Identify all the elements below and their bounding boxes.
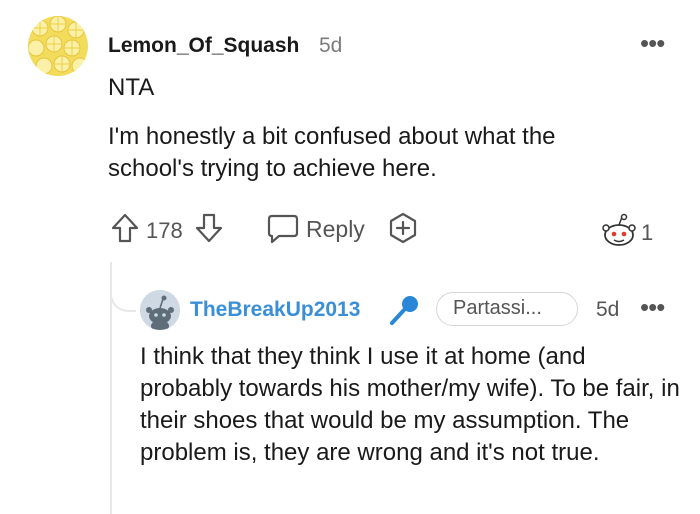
upvote-button[interactable]: [110, 212, 140, 249]
reply-more-options-icon[interactable]: •••: [640, 292, 665, 323]
microphone-icon: [388, 293, 422, 332]
thread-connector: [110, 262, 136, 312]
snoo-avatar-icon: [140, 290, 180, 330]
user-flair: Partassi...: [436, 292, 578, 326]
reply-label[interactable]: Reply: [306, 216, 365, 243]
vote-count: 178: [146, 218, 183, 243]
comment-timestamp: 5d: [319, 34, 343, 57]
award-button[interactable]: [386, 211, 420, 250]
lemon-avatar-icon: [28, 16, 88, 76]
speech-bubble-icon: [267, 214, 299, 244]
downvote-button[interactable]: [194, 212, 224, 249]
comment-text-line-3: school's trying to achieve here.: [108, 155, 437, 182]
downvote-arrow-icon: [195, 213, 223, 243]
reply-username[interactable]: TheBreakUp2013: [190, 298, 360, 322]
snoo-award[interactable]: [600, 213, 638, 254]
award-count: 1: [641, 220, 654, 245]
reply-button[interactable]: [266, 213, 300, 245]
more-options-icon[interactable]: •••: [640, 28, 665, 59]
avatar[interactable]: [28, 16, 88, 76]
comment-text-line-2: I'm honestly a bit confused about what t…: [108, 123, 556, 150]
reply-timestamp: 5d: [596, 298, 620, 321]
reply-avatar[interactable]: [140, 290, 180, 330]
comment-text-line-1: NTA: [108, 74, 155, 101]
comment-username[interactable]: Lemon_Of_Squash: [108, 34, 299, 58]
reply-text: I think that they think I use it at home…: [140, 343, 680, 466]
snoo-award-icon: [602, 213, 636, 246]
upvote-arrow-icon: [111, 213, 139, 243]
plus-circle-icon: [389, 212, 417, 244]
